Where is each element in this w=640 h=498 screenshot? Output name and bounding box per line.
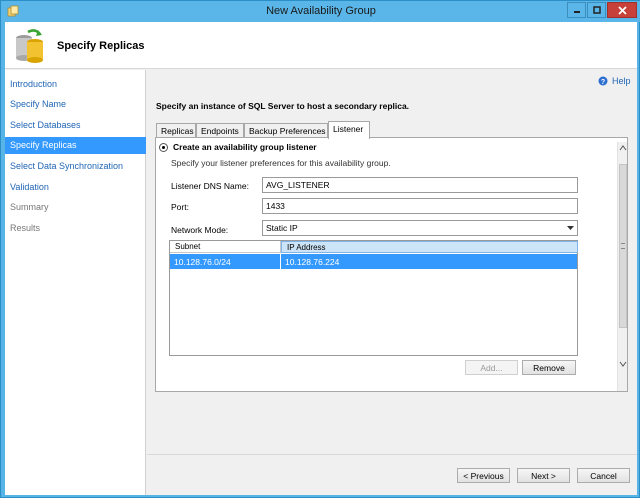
- previous-button[interactable]: < Previous: [457, 468, 510, 483]
- tab-endpoints[interactable]: Endpoints: [196, 123, 244, 138]
- listener-panel: Create an availability group listener Sp…: [155, 137, 628, 392]
- nav-item-select-data-sync[interactable]: Select Data Synchronization: [5, 158, 146, 175]
- network-mode-label: Network Mode:: [171, 225, 229, 235]
- title-bar[interactable]: New Availability Group: [1, 1, 640, 22]
- wizard-window: New Availability Group Specify Replicas: [0, 0, 640, 498]
- wizard-nav: Introduction Specify Name Select Databas…: [5, 70, 146, 495]
- nav-item-results: Results: [10, 223, 41, 233]
- chevron-down-icon: [567, 226, 574, 230]
- close-icon: [617, 5, 627, 15]
- table-row[interactable]: 10.128.76.0/24 10.128.76.224: [170, 254, 577, 269]
- minimize-button[interactable]: [567, 2, 586, 18]
- instruction-text: Specify an instance of SQL Server to hos…: [156, 101, 410, 111]
- help-label: Help: [612, 76, 631, 86]
- grid-header: Subnet IP Address: [170, 241, 578, 253]
- close-button[interactable]: [607, 2, 637, 18]
- nav-item-summary: Summary: [10, 202, 49, 212]
- tab-listener[interactable]: Listener: [328, 121, 370, 139]
- add-button[interactable]: Add...: [465, 360, 518, 375]
- grid-header-subnet[interactable]: Subnet: [170, 241, 281, 253]
- database-replicas-icon: [16, 29, 43, 63]
- port-input[interactable]: [262, 198, 578, 214]
- radio-button-selected[interactable]: [159, 142, 168, 152]
- scroll-down-icon[interactable]: [619, 360, 627, 368]
- network-mode-value: Static IP: [266, 223, 298, 233]
- ip-address-cell: 10.128.76.224: [285, 257, 340, 267]
- port-label: Port:: [171, 202, 189, 212]
- footer-separator: [147, 454, 637, 455]
- minimize-icon: [573, 11, 580, 13]
- create-listener-label: Create an availability group listener: [173, 142, 317, 152]
- subnet-cell: 10.128.76.0/24: [170, 254, 281, 269]
- ip-address-grid[interactable]: Subnet IP Address 10.128.76.0/24 10.128.…: [169, 240, 578, 356]
- grid-header-ip-address[interactable]: IP Address: [281, 241, 578, 253]
- vertical-scrollbar[interactable]: [617, 142, 627, 391]
- page-title: Specify Replicas: [57, 40, 145, 52]
- tab-replicas[interactable]: Replicas: [156, 123, 196, 138]
- remove-button[interactable]: Remove: [522, 360, 576, 375]
- dns-name-input[interactable]: [262, 177, 578, 193]
- window-title: New Availability Group: [266, 5, 376, 17]
- svg-text:?: ?: [601, 79, 605, 86]
- nav-item-select-databases[interactable]: Select Databases: [5, 117, 146, 134]
- help-link[interactable]: ? Help: [598, 76, 631, 86]
- help-icon: ?: [598, 76, 608, 86]
- scroll-up-icon[interactable]: [619, 144, 627, 152]
- cancel-button[interactable]: Cancel: [577, 468, 630, 483]
- nav-item-validation[interactable]: Validation: [5, 179, 146, 196]
- grip-icon: [621, 243, 625, 249]
- create-listener-option[interactable]: Create an availability group listener: [159, 142, 317, 152]
- nav-item-specify-replicas[interactable]: Specify Replicas: [5, 137, 146, 154]
- nav-item-specify-name[interactable]: Specify Name: [5, 96, 146, 113]
- next-button[interactable]: Next >: [517, 468, 570, 483]
- scroll-thumb[interactable]: [619, 164, 627, 328]
- page-header: Specify Replicas: [5, 22, 637, 69]
- listener-description: Specify your listener preferences for th…: [171, 158, 391, 168]
- maximize-icon: [592, 6, 601, 14]
- dns-name-label: Listener DNS Name:: [171, 181, 249, 191]
- maximize-button[interactable]: [587, 2, 606, 18]
- nav-item-introduction[interactable]: Introduction: [5, 76, 146, 93]
- network-mode-select[interactable]: Static IP: [262, 220, 578, 236]
- tab-backup-preferences[interactable]: Backup Preferences: [244, 123, 328, 138]
